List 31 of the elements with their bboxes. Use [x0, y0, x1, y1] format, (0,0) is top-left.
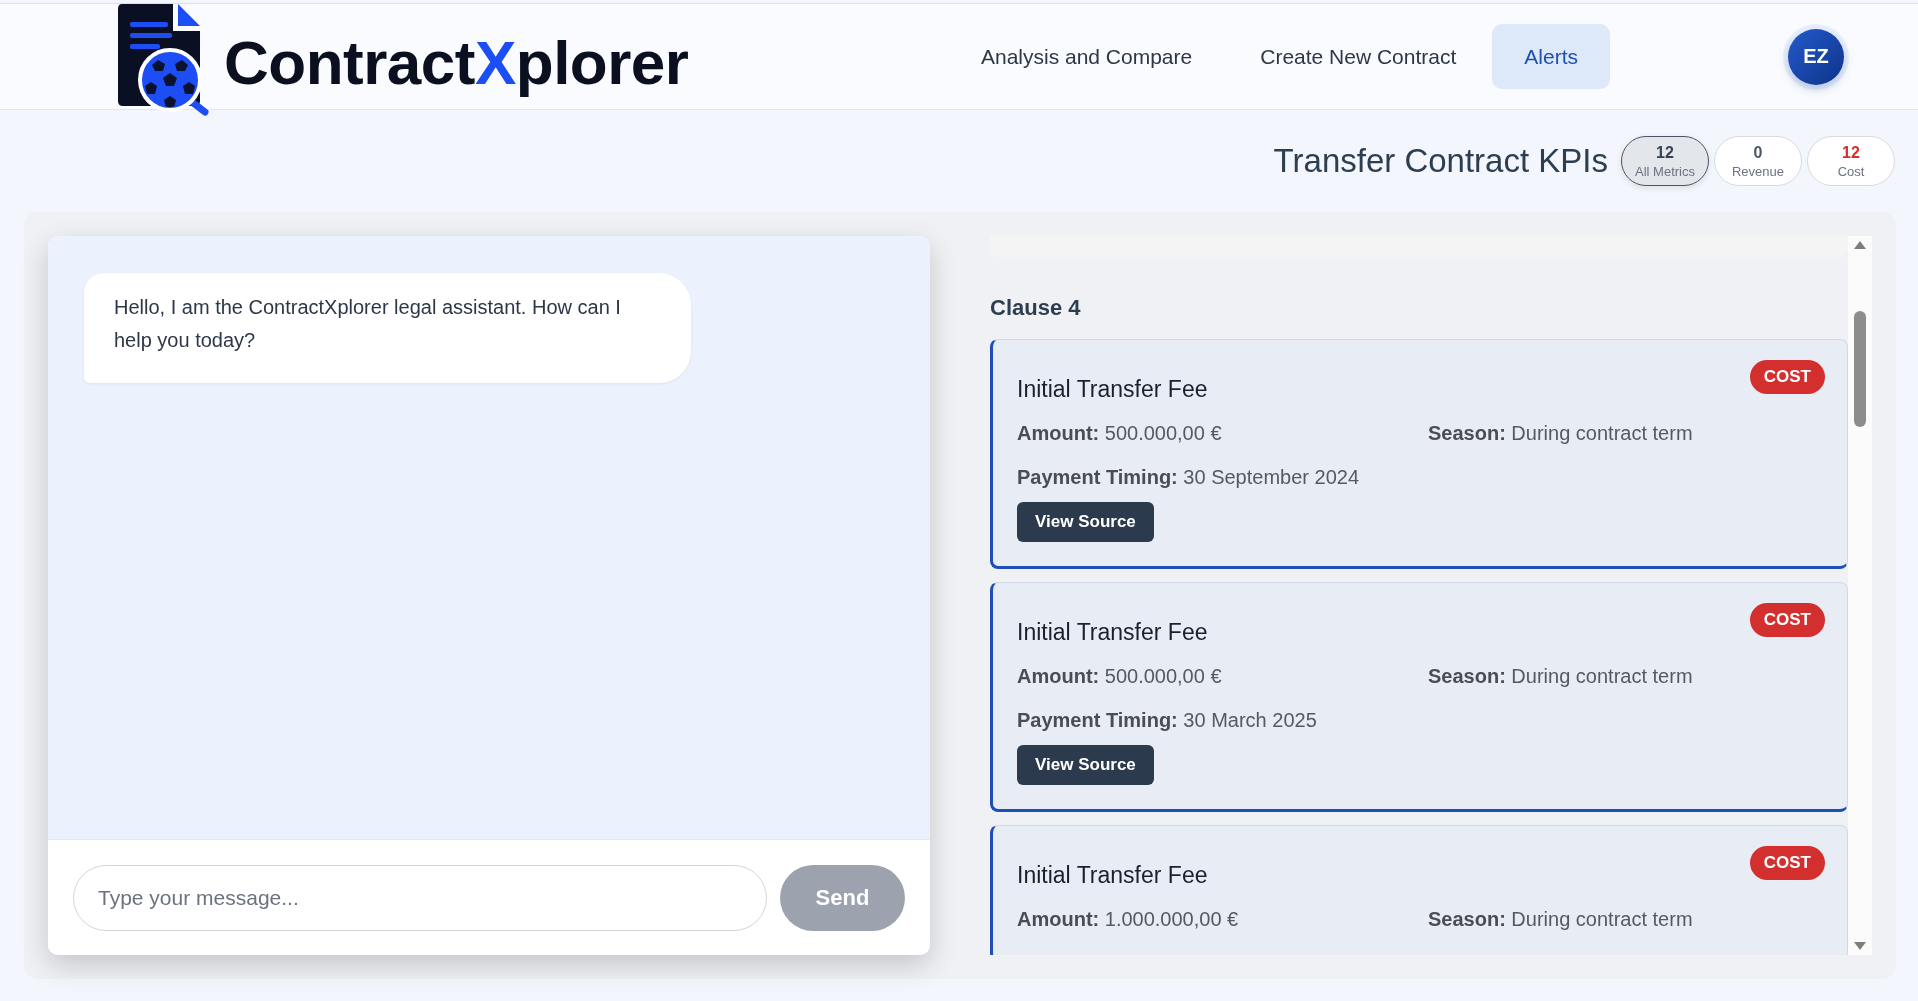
- user-avatar[interactable]: EZ: [1788, 28, 1844, 85]
- scrollbar-thumb[interactable]: [1854, 311, 1866, 427]
- message-bubble: Hello, I am the ContractXplorer legal assistant. How can I help you today?: [84, 273, 691, 383]
- category-label: COST: [1749, 360, 1825, 394]
- filter-pill[interactable]: 12 All Metrics: [1621, 136, 1709, 186]
- caret-up-icon[interactable]: [1854, 241, 1866, 249]
- view-source-button[interactable]: View Source: [1017, 745, 1154, 785]
- field-text: Season: During contract term: [1428, 664, 1694, 689]
- field-text: Payment Timing: 30 March 2025: [1017, 708, 1318, 733]
- section-heading: Clause 4: [990, 294, 1082, 322]
- card-title: Initial Transfer Fee: [1017, 618, 1208, 647]
- filter-pill[interactable]: 12 Cost: [1807, 136, 1895, 186]
- field-text: Payment Timing: 30 September 2024: [1017, 465, 1361, 490]
- card-title: Initial Transfer Fee: [1017, 375, 1208, 404]
- page-title: Transfer Contract KPIs: [1273, 142, 1608, 180]
- category-label: COST: [1749, 603, 1825, 637]
- field-text: Season: During contract term: [1428, 421, 1694, 446]
- field-text: Amount: 1.000.000,00 €: [1017, 907, 1240, 932]
- nav-tab[interactable]: Analysis and Compare: [948, 24, 1225, 89]
- filter-pill[interactable]: 0 Revenue: [1714, 136, 1802, 186]
- message-input[interactable]: Type your message...: [73, 865, 767, 931]
- scrollbar[interactable]: [1848, 236, 1872, 955]
- view-source-button[interactable]: View Source: [1017, 502, 1154, 542]
- card-title: Initial Transfer Fee: [1017, 861, 1208, 890]
- field-text: Amount: 500.000,00 €: [1017, 664, 1223, 689]
- field-text: Amount: 500.000,00 €: [1017, 421, 1223, 446]
- nav-tab[interactable]: Alerts: [1492, 24, 1610, 89]
- nav-tab[interactable]: Create New Contract: [1228, 24, 1489, 89]
- caret-down-icon[interactable]: [1854, 942, 1866, 950]
- category-label: COST: [1749, 846, 1825, 880]
- field-text: Season: During contract term: [1428, 907, 1694, 932]
